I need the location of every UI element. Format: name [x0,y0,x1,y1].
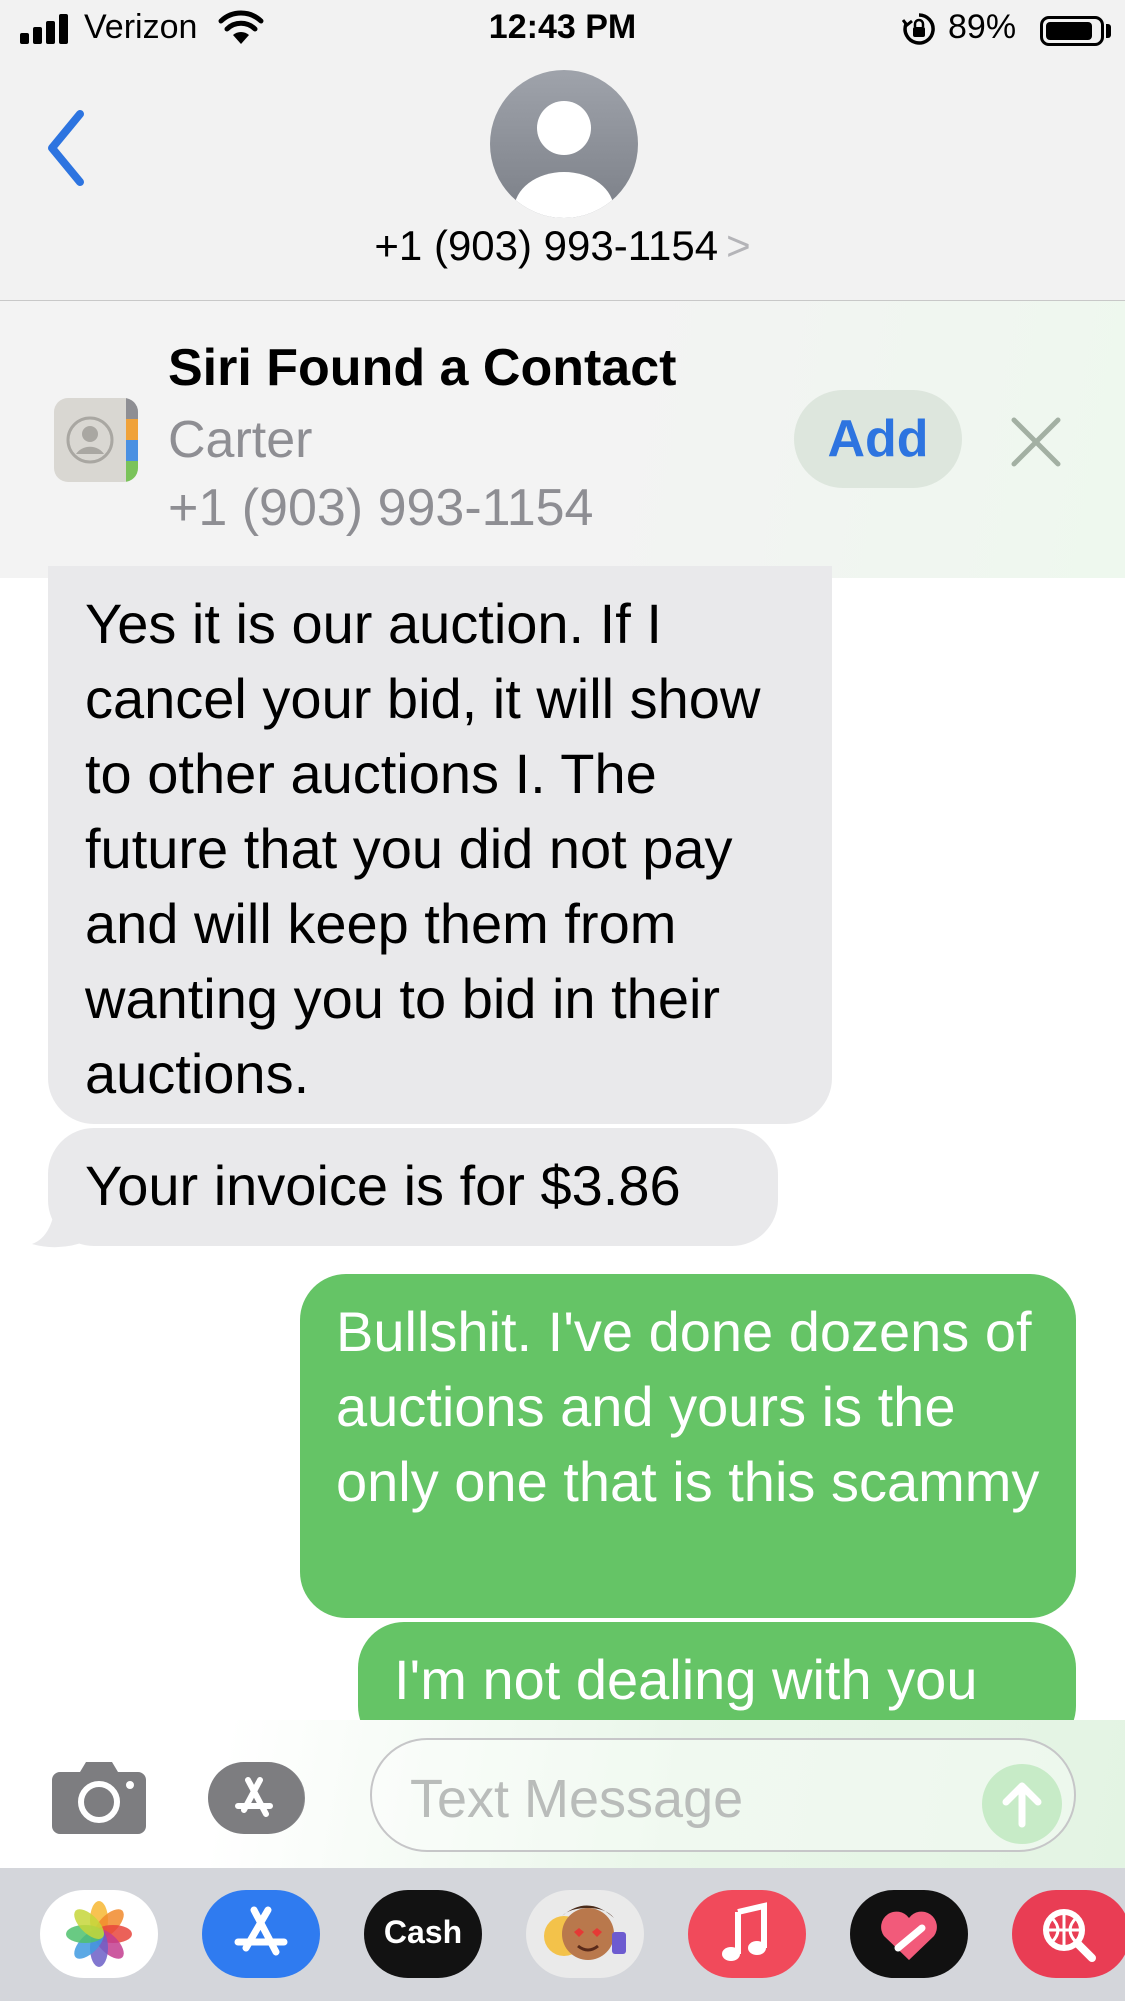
message-input-placeholder: Text Message [410,1769,744,1829]
contact-number: +1 (903) 993-1154 [374,222,719,269]
apple-cash-icon: Cash [383,1914,463,1950]
siri-suggestion-title: Siri Found a Contact [168,339,677,397]
fitness-app-button[interactable] [850,1890,968,1978]
arrow-up-icon [1002,1782,1042,1828]
contact-title[interactable]: +1 (903) 993-1154 > [0,222,1125,270]
send-button[interactable] [982,1764,1062,1844]
contacts-app-icon [54,398,138,482]
memoji-app-button[interactable] [526,1890,644,1978]
close-icon[interactable] [1004,410,1068,474]
photos-app-button[interactable] [40,1890,158,1978]
suggested-contact-phone: +1 (903) 993-1154 [168,479,594,537]
orientation-lock-icon [902,13,935,45]
battery-fill [1046,22,1092,40]
memoji-icon [544,1905,626,1960]
music-icon [722,1902,767,1961]
chevron-right-icon: > [726,222,751,269]
camera-icon[interactable] [52,1758,146,1834]
web-search-app-button[interactable] [1012,1890,1125,1978]
contact-avatar[interactable] [490,70,638,218]
incoming-message-bubble[interactable]: Yes it is our auction. If I cancel your … [48,566,832,1124]
back-button[interactable] [40,108,100,188]
outgoing-message-bubble[interactable]: Bullshit. I've done dozens of auctions a… [300,1274,1076,1618]
add-contact-button[interactable]: Add [794,390,962,488]
fitness-heart-icon [881,1911,937,1960]
person-silhouette-icon [514,101,614,218]
app-store-apps-icon[interactable] [208,1762,318,1834]
app-store-app-button[interactable] [202,1890,320,1978]
incoming-message-bubble[interactable]: Your invoice is for $3.86 [48,1128,778,1246]
music-app-button[interactable] [688,1890,806,1978]
battery-tip [1106,24,1111,38]
bubble-tail [32,1196,90,1248]
battery-percentage: 89% [948,8,1017,46]
web-search-icon [1043,1909,1096,1962]
suggested-contact-name: Carter [168,411,313,469]
app-store-icon [234,1906,288,1956]
apple-cash-app-button[interactable]: Cash [364,1890,482,1978]
photos-icon [66,1901,132,1967]
battery-icon [1040,16,1104,46]
